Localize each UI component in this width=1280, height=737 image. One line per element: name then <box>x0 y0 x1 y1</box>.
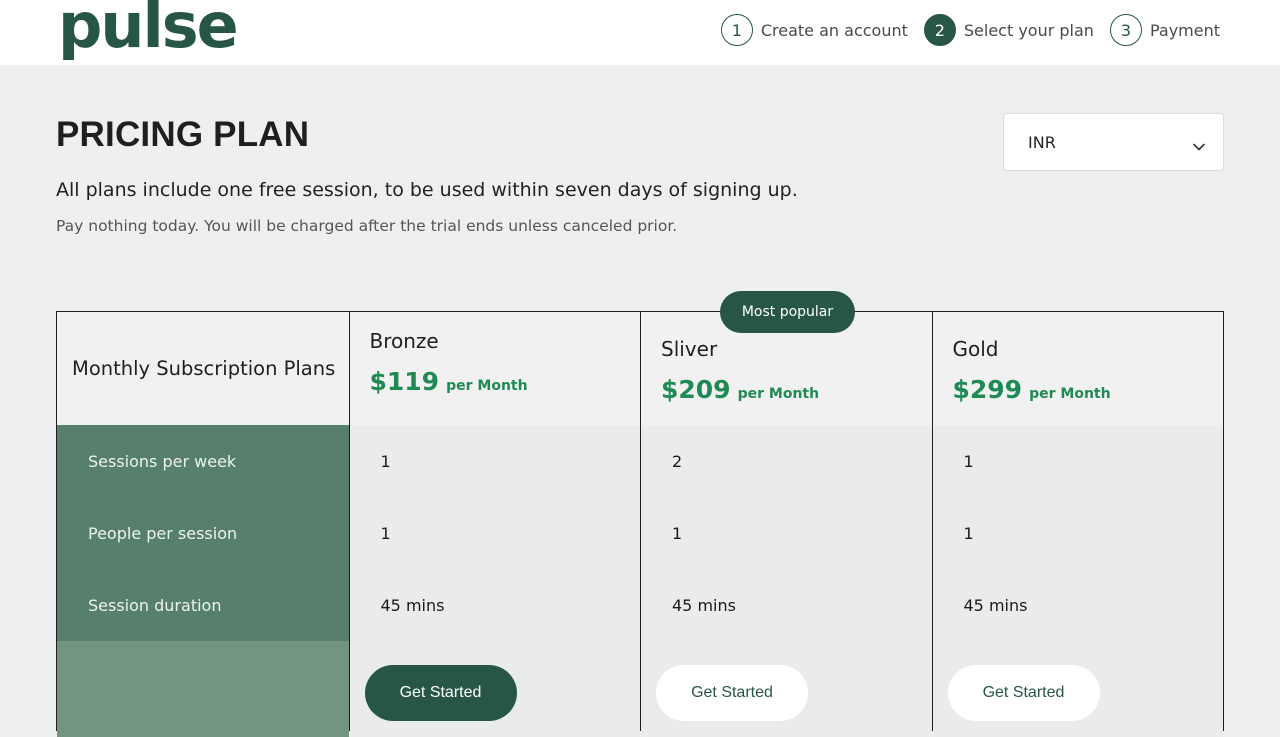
step-payment[interactable]: 3 Payment <box>1109 14 1220 46</box>
trial-note: Pay nothing today. You will be charged a… <box>56 217 678 235</box>
plan-footer: Get Started <box>932 641 1223 737</box>
price-amount: $299 <box>952 375 1023 404</box>
step-select-plan[interactable]: 2 Select your plan <box>923 14 1094 46</box>
step-label: Select your plan <box>963 20 1094 40</box>
stepper: 1 Create an account 2 Select your plan 3… <box>705 14 1220 46</box>
plan-value-session-duration: 45 mins <box>349 569 640 641</box>
step-number: 1 <box>720 14 753 46</box>
row-label-sessions-per-week: Sessions per week <box>57 425 349 497</box>
plan-column-sliver: Sliver $209 per Month 2 1 45 mins Get St… <box>640 312 932 737</box>
get-started-button-gold[interactable]: Get Started <box>947 665 1100 721</box>
step-label: Create an account <box>760 20 908 40</box>
plan-value-session-duration: 45 mins <box>641 569 932 641</box>
plan-header: Gold $299 per Month <box>932 312 1223 425</box>
plan-name: Sliver <box>661 337 718 361</box>
plan-price: $299 per Month <box>953 375 1111 404</box>
plan-price: $209 per Month <box>661 375 819 404</box>
row-label-people-per-session: People per session <box>57 497 349 569</box>
most-popular-badge: Most popular <box>720 291 855 333</box>
price-amount: $119 <box>369 367 440 396</box>
pricing-table: Monthly Subscription Plans Sessions per … <box>56 311 1224 737</box>
plan-value-sessions-per-week: 2 <box>641 425 932 497</box>
plan-value-people-per-session: 1 <box>932 497 1223 569</box>
plan-footer: Get Started <box>641 641 932 737</box>
plan-price: $119 per Month <box>370 367 528 396</box>
label-column-footer <box>57 641 349 737</box>
get-started-button-bronze[interactable]: Get Started <box>364 665 517 721</box>
price-amount: $209 <box>661 375 731 404</box>
step-create-account[interactable]: 1 Create an account <box>720 14 908 46</box>
plan-column-bronze: Bronze $119 per Month 1 1 45 mins Get St… <box>348 312 640 737</box>
plan-value-sessions-per-week: 1 <box>349 425 640 497</box>
page-subtitle: All plans include one free session, to b… <box>56 179 798 201</box>
chevron-down-icon <box>1193 136 1205 155</box>
page-title: PRICING PLAN <box>56 115 310 154</box>
plan-name: Gold <box>952 337 999 361</box>
price-period: per Month <box>446 378 528 394</box>
currency-select[interactable]: INR <box>1003 113 1224 171</box>
plan-value-people-per-session: 1 <box>641 497 932 569</box>
pulse-logo[interactable]: pulse <box>58 0 239 66</box>
plan-column-gold: Gold $299 per Month 1 1 45 mins Get Star… <box>931 312 1223 737</box>
price-period: per Month <box>737 386 820 402</box>
currency-value: INR <box>1028 132 1056 152</box>
step-number: 2 <box>923 14 956 46</box>
plan-footer: Get Started <box>349 641 640 737</box>
top-header: pulse 1 Create an account 2 Select your … <box>0 0 1280 65</box>
get-started-button-sliver[interactable]: Get Started <box>656 665 808 721</box>
plan-value-people-per-session: 1 <box>349 497 640 569</box>
plan-header: Bronze $119 per Month <box>349 312 640 425</box>
feature-label-column: Monthly Subscription Plans Sessions per … <box>57 312 349 737</box>
price-period: per Month <box>1029 386 1111 402</box>
plan-name: Bronze <box>369 329 439 353</box>
table-header-label: Monthly Subscription Plans <box>57 312 349 425</box>
row-label-session-duration: Session duration <box>57 569 349 641</box>
step-number: 3 <box>1109 14 1142 46</box>
step-label: Payment <box>1149 20 1220 40</box>
plan-value-sessions-per-week: 1 <box>932 425 1223 497</box>
plan-value-session-duration: 45 mins <box>932 569 1223 641</box>
